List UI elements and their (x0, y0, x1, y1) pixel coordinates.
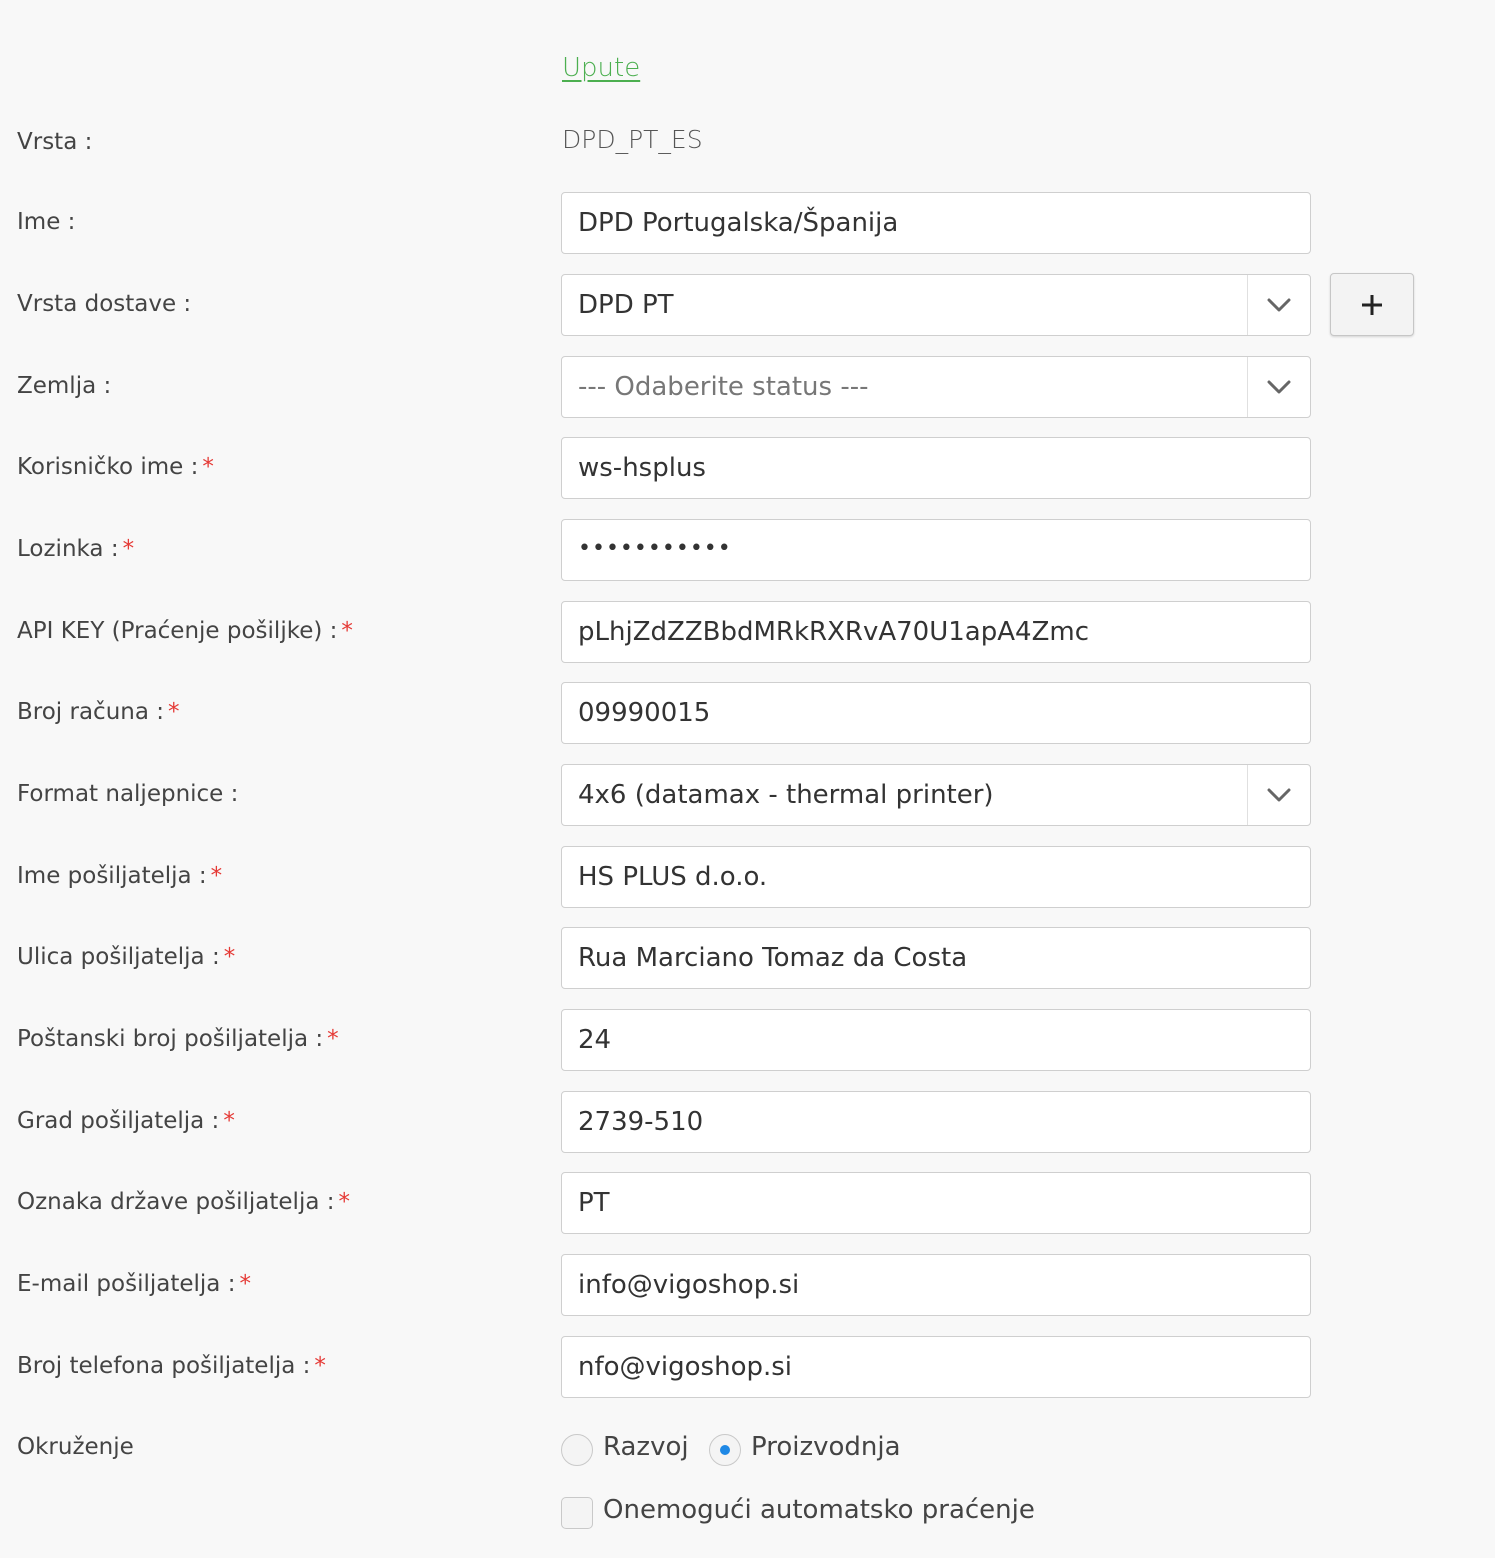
sender-country-label: Oznaka države pošiljatelja : * (17, 1189, 350, 1215)
radio-selected-dot (720, 1445, 730, 1455)
disable-tracking-label[interactable]: Onemogući automatsko praćenje (603, 1495, 1035, 1525)
plus-icon (1362, 294, 1382, 315)
environment-radio-razvoj[interactable] (561, 1434, 593, 1466)
password-label: Lozinka : * (17, 536, 135, 562)
delivery-type-label: Vrsta dostave : (17, 291, 192, 317)
name-label: Ime : (17, 209, 76, 235)
chevron-down-icon[interactable] (1247, 765, 1310, 825)
api-key-label: API KEY (Praćenje pošiljke) : * (17, 618, 353, 644)
sender-email-label: E-mail pošiljatelja : * (17, 1271, 251, 1297)
username-input[interactable]: ws-hsplus (561, 437, 1311, 499)
environment-label: Okruženje (17, 1434, 134, 1460)
sender-street-input[interactable]: Rua Marciano Tomaz da Costa (561, 927, 1311, 989)
delivery-type-select[interactable]: DPD PT (561, 274, 1311, 336)
label-format-label: Format naljepnice : (17, 781, 239, 807)
sender-street-label: Ulica pošiljatelja : * (17, 944, 236, 970)
api-key-input[interactable]: pLhjZdZZBbdMRkRXRvA70U1apA4Zmc (561, 601, 1311, 663)
sender-postal-input[interactable]: 24 (561, 1009, 1311, 1071)
environment-radio-proizvodnja[interactable] (709, 1434, 741, 1466)
disable-tracking-checkbox[interactable] (561, 1497, 593, 1529)
chevron-down-icon[interactable] (1247, 275, 1310, 335)
type-value: DPD_PT_ES (562, 125, 703, 154)
country-label: Zemlja : (17, 373, 112, 399)
help-link[interactable]: Upute (562, 53, 640, 83)
sender-name-input[interactable]: HS PLUS d.o.o. (561, 846, 1311, 908)
sender-city-label: Grad pošiljatelja : * (17, 1108, 235, 1134)
country-select[interactable]: --- Odaberite status --- (561, 356, 1311, 418)
account-number-input[interactable]: 09990015 (561, 682, 1311, 744)
sender-postal-label: Poštanski broj pošiljatelja : * (17, 1026, 339, 1052)
label-format-select[interactable]: 4x6 (datamax - thermal printer) (561, 764, 1311, 826)
sender-name-label: Ime pošiljatelja : * (17, 863, 223, 889)
password-input[interactable]: ••••••••••• (561, 519, 1311, 581)
name-input[interactable]: DPD Portugalska/Španija (561, 192, 1311, 254)
sender-phone-input[interactable]: nfo@vigoshop.si (561, 1336, 1311, 1398)
sender-phone-label: Broj telefona pošiljatelja : * (17, 1353, 326, 1379)
account-number-label: Broj računa : * (17, 699, 180, 725)
sender-email-input[interactable]: info@vigoshop.si (561, 1254, 1311, 1316)
add-delivery-type-button[interactable] (1330, 273, 1414, 336)
sender-city-input[interactable]: 2739-510 (561, 1091, 1311, 1153)
username-label: Korisničko ime : * (17, 454, 214, 480)
chevron-down-icon[interactable] (1247, 357, 1310, 417)
sender-country-input[interactable]: PT (561, 1172, 1311, 1234)
type-label: Vrsta : (17, 129, 93, 155)
environment-option-proizvodnja[interactable]: Proizvodnja (751, 1432, 901, 1462)
environment-option-razvoj[interactable]: Razvoj (603, 1432, 689, 1462)
shipping-settings-form: Upute Vrsta : DPD_PT_ES Ime : DPD Portug… (0, 0, 1495, 1558)
